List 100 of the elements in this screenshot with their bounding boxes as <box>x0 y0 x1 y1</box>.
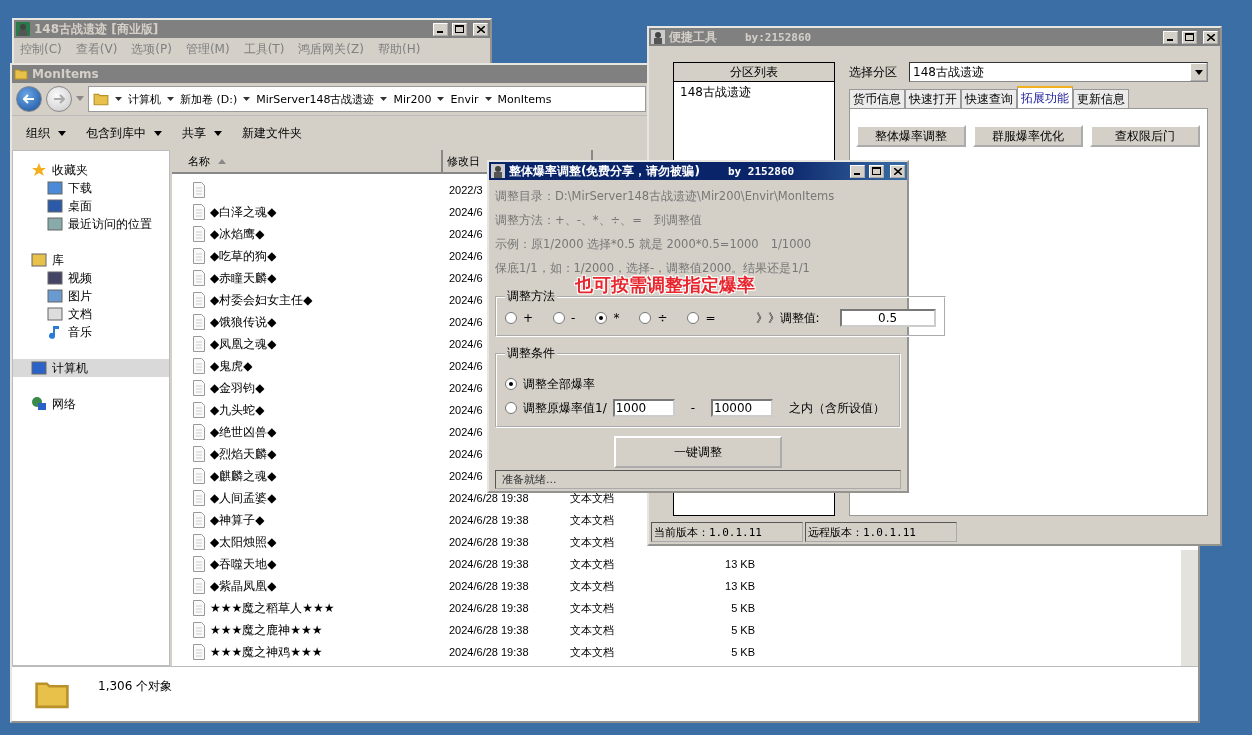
breadcrumb[interactable]: 计算机 <box>128 91 161 107</box>
breadcrumb[interactable]: MirServer148古战遗迹 <box>256 91 375 107</box>
apply-button[interactable]: 一键调整 <box>614 436 782 468</box>
nav-item[interactable]: 最近访问的位置 <box>13 215 169 233</box>
scrollbar[interactable] <box>1181 550 1198 666</box>
file-date: 2024/6 <box>449 338 483 350</box>
tab[interactable]: 更新信息 <box>1073 89 1129 108</box>
partition-dropdown[interactable]: 148古战遗迹 <box>909 62 1208 82</box>
nav-item[interactable]: 音乐 <box>13 323 169 341</box>
folder-icon <box>14 67 28 81</box>
range-to-field[interactable]: 10000 <box>711 399 774 417</box>
nav-item[interactable]: 下载 <box>13 179 169 197</box>
radio-option[interactable]: * <box>595 311 620 325</box>
tab[interactable]: 快速查询 <box>961 89 1017 108</box>
back-button[interactable] <box>16 86 42 112</box>
maximize-button[interactable] <box>452 22 467 36</box>
minimize-button[interactable] <box>1163 30 1178 44</box>
close-icon <box>893 167 902 175</box>
column-header[interactable]: 名称 <box>172 150 443 172</box>
forward-button[interactable] <box>46 86 72 112</box>
nav-item[interactable]: 图片 <box>13 287 169 305</box>
radio-option[interactable]: ÷ <box>639 311 668 325</box>
list-item[interactable]: 148古战遗迹 <box>674 82 834 103</box>
close-button[interactable] <box>1203 30 1218 44</box>
arrow-left-icon <box>23 94 35 104</box>
file-name[interactable]: ◆绝世凶兽◆ <box>210 424 277 439</box>
close-button[interactable] <box>473 22 488 36</box>
minimize-button[interactable] <box>433 22 448 36</box>
nav-item[interactable]: 库 <box>13 251 169 269</box>
nav-item[interactable]: 网络 <box>13 395 169 413</box>
file-type: 文本文档 <box>570 491 614 505</box>
minimize-button[interactable] <box>850 164 865 178</box>
radio-option[interactable]: - <box>553 311 576 325</box>
file-name[interactable]: ◆饿狼传说◆ <box>210 314 277 329</box>
adjust-value-field[interactable]: 0.5 <box>839 309 936 327</box>
tab[interactable]: 拓展功能 <box>1017 86 1073 108</box>
nav-item[interactable]: 文档 <box>13 305 169 323</box>
radio-option[interactable]: + <box>505 311 534 325</box>
radio-option[interactable]: 调整原爆率值1/ <box>505 399 607 417</box>
tool-button[interactable]: 查权限后门 <box>1090 125 1200 147</box>
toolbar-button[interactable]: 新建文件夹 <box>242 124 302 142</box>
file-type: 文本文档 <box>570 579 614 593</box>
file-name[interactable]: ◆麒麟之魂◆ <box>210 468 277 483</box>
author-label: by 2152860 <box>727 164 795 178</box>
chevron-icon[interactable] <box>115 96 122 102</box>
chevron-icon[interactable] <box>167 96 174 102</box>
radio-option[interactable]: 调整全部爆率 <box>505 375 595 393</box>
file-size: 5 KB <box>731 602 755 614</box>
nav-item[interactable]: 收藏夹 <box>13 161 169 179</box>
file-name[interactable]: ★★★魔之鹿神★★★ <box>210 622 323 637</box>
file-name[interactable]: ◆赤瞳天麟◆ <box>210 270 277 285</box>
nav-item[interactable]: 桌面 <box>13 197 169 215</box>
file-name[interactable]: ◆冰焰鹰◆ <box>210 226 265 241</box>
breadcrumb[interactable]: 新加卷 (D:) <box>180 91 238 107</box>
file-name[interactable]: ◆太阳烛照◆ <box>210 534 277 549</box>
file-name[interactable]: ◆白泽之魂◆ <box>210 204 277 219</box>
toolbar-button[interactable]: 组织 <box>26 124 66 142</box>
tool-button[interactable]: 群服爆率优化 <box>973 125 1083 147</box>
toolbar-button[interactable]: 包含到库中 <box>86 124 162 142</box>
file-date: 2024/6 <box>449 382 483 394</box>
file-type: 文本文档 <box>570 645 614 659</box>
tab[interactable]: 货币信息 <box>849 89 905 108</box>
breadcrumb[interactable]: Mir200 <box>393 92 432 106</box>
address-bar[interactable]: 计算机 新加卷 (D:) MirServer148古战遗迹 Mir200 Envir MonItems <box>88 86 646 112</box>
file-type: 文本文档 <box>570 513 614 527</box>
chevron-icon[interactable] <box>484 96 492 102</box>
file-name[interactable]: ◆凤凰之魂◆ <box>210 336 277 351</box>
chevron-icon[interactable] <box>380 96 388 102</box>
file-name[interactable]: ◆人间孟婆◆ <box>210 490 277 505</box>
file-name[interactable]: ◆神算子◆ <box>210 512 265 527</box>
file-name[interactable]: ◆村委会妇女主任◆ <box>210 292 313 307</box>
file-icon <box>192 600 206 616</box>
file-name[interactable]: ◆鬼虎◆ <box>210 358 253 373</box>
file-name[interactable]: ★★★魔之神鸡★★★ <box>210 644 323 659</box>
file-name[interactable]: ★★★魔之稻草人★★★ <box>210 600 335 615</box>
file-name[interactable]: ◆吃草的狗◆ <box>210 248 277 263</box>
close-button[interactable] <box>890 164 905 178</box>
file-name[interactable]: ◆紫晶凤凰◆ <box>210 578 277 593</box>
radio-option[interactable]: = <box>687 311 716 325</box>
file-name[interactable]: ◆吞噬天地◆ <box>210 556 277 571</box>
range-from-field[interactable]: 1000 <box>612 399 675 417</box>
maximize-button[interactable] <box>1182 30 1197 44</box>
file-name[interactable]: ◆金羽钧◆ <box>210 380 265 395</box>
file-icon <box>192 644 206 660</box>
toolbar-button[interactable]: 共享 <box>182 124 222 142</box>
app-icon <box>651 30 665 44</box>
chevron-icon[interactable] <box>243 96 251 102</box>
chevron-icon[interactable] <box>437 96 445 102</box>
breadcrumb[interactable]: Envir <box>450 92 479 106</box>
tab[interactable]: 快速打开 <box>905 89 961 108</box>
nav-item[interactable]: 视频 <box>13 269 169 287</box>
tool-button[interactable]: 整体爆率调整 <box>856 125 966 147</box>
file-icon <box>192 512 206 528</box>
file-name[interactable]: ◆烈焰天麟◆ <box>210 446 277 461</box>
file-name[interactable]: ◆九头蛇◆ <box>210 402 265 417</box>
maximize-button[interactable] <box>869 164 884 178</box>
file-icon <box>192 578 206 594</box>
nav-item[interactable]: 计算机 <box>13 359 169 377</box>
breadcrumb[interactable]: MonItems <box>497 92 552 106</box>
file-icon <box>192 622 206 638</box>
